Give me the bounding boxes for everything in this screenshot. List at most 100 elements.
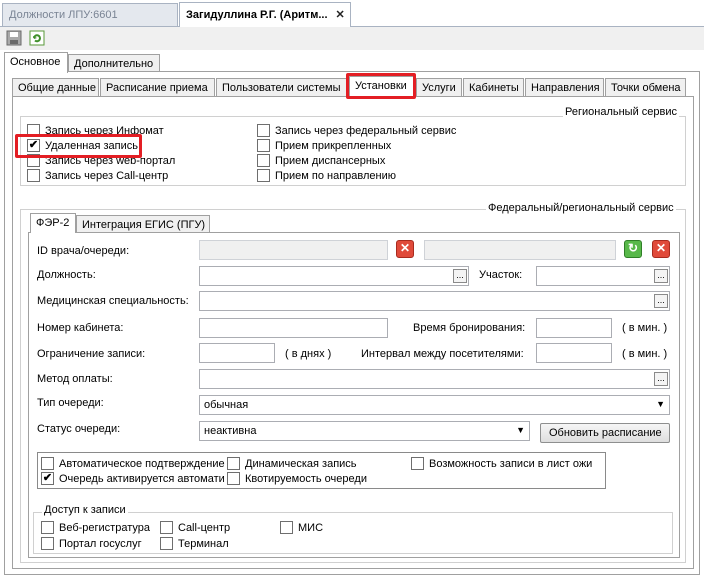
queue-type-label: Тип очереди: — [37, 397, 104, 409]
tab-users[interactable]: Пользователи системы — [216, 78, 347, 96]
select-value: обычная — [204, 399, 249, 411]
checkbox-box[interactable] — [27, 169, 40, 182]
checkbox-web-registry[interactable]: Веб-регистратура — [41, 521, 150, 534]
checkbox-label: Запись через Call-центр — [45, 169, 169, 182]
queue-status-select[interactable]: неактивна ▼ — [199, 421, 530, 441]
checkbox-label: Прием прикрепленных — [275, 139, 392, 152]
doc-tab-label: Загидуллина Р.Г. (Аритм... — [186, 9, 328, 21]
select-value: неактивна — [204, 425, 257, 437]
tab-general[interactable]: Общие данные — [12, 78, 99, 96]
specialty-label: Медицинская специальность: — [37, 295, 189, 307]
checkbox-box[interactable] — [227, 457, 240, 470]
checkbox-box[interactable] — [41, 537, 54, 550]
update-schedule-button[interactable]: Обновить расписание — [540, 423, 670, 443]
checkbox-box[interactable] — [160, 521, 173, 534]
checkbox-box[interactable] — [257, 154, 270, 167]
checkbox-label: Автоматическое подтверждение — [59, 457, 225, 470]
tab-exchange-points[interactable]: Точки обмена — [605, 78, 686, 96]
doctor-id-label: ID врача/очереди: — [37, 245, 130, 257]
limit-input[interactable] — [199, 343, 275, 363]
checkbox-dispensary[interactable]: Прием диспансерных — [257, 154, 385, 167]
checkbox-label: Портал госуслуг — [59, 537, 142, 550]
checkbox-box[interactable] — [257, 169, 270, 182]
checkbox-label: Возможность записи в лист ожи — [429, 457, 593, 470]
tab-additional[interactable]: Дополнительно — [68, 54, 160, 71]
interval-unit-label: ( в мин. ) — [622, 348, 668, 360]
tab-label: Услуги — [422, 82, 456, 94]
payment-label: Метод оплаты: — [37, 373, 113, 385]
tab-schedule[interactable]: Расписание приема — [100, 78, 215, 96]
queue-id-input[interactable] — [424, 240, 616, 260]
checkbox-box[interactable] — [411, 457, 424, 470]
doctor-id-input[interactable] — [199, 240, 388, 260]
tab-directions[interactable]: Направления — [525, 78, 604, 96]
district-input[interactable] — [536, 266, 670, 286]
queue-type-select[interactable]: обычная ▼ — [199, 395, 670, 415]
check-icon[interactable]: ✔ — [41, 472, 54, 485]
checkbox-waitlist[interactable]: Возможность записи в лист ожи — [411, 457, 592, 470]
checkbox-auto-confirm[interactable]: Автоматическое подтверждение — [41, 457, 225, 470]
booking-time-label: Время бронирования: — [413, 322, 526, 334]
checkbox-box[interactable] — [41, 457, 54, 470]
tab-label: Дополнительно — [74, 58, 154, 70]
district-label: Участок: — [479, 269, 523, 281]
chevron-down-icon: ▼ — [656, 399, 665, 409]
checkbox-federal[interactable]: Запись через федеральный сервис — [257, 124, 456, 137]
checkbox-box[interactable] — [160, 537, 173, 550]
checkbox-label: Прием диспансерных — [275, 154, 386, 167]
interval-input[interactable] — [536, 343, 612, 363]
checkbox-attached[interactable]: Прием прикрепленных — [257, 139, 391, 152]
checkbox-call-center[interactable]: Запись через Call-центр — [27, 169, 168, 182]
checkbox-quota[interactable]: Квотируемость очереди — [227, 472, 367, 485]
checkbox-box[interactable] — [280, 521, 293, 534]
ellipsis-button[interactable]: ... — [654, 372, 668, 386]
checkbox-box[interactable] — [257, 124, 270, 137]
refresh-icon[interactable]: ↻ — [624, 240, 642, 258]
checkbox-box[interactable] — [257, 139, 270, 152]
regional-group-title: Региональный сервис — [563, 106, 679, 118]
clear-icon[interactable]: ✕ — [652, 240, 670, 258]
tab-label: Основное — [10, 56, 61, 68]
ellipsis-button[interactable]: ... — [654, 294, 668, 308]
close-icon[interactable]: ✕ — [336, 9, 345, 21]
checkbox-box[interactable] — [41, 521, 54, 534]
tab-main[interactable]: Основное — [4, 52, 68, 73]
checkbox-mis[interactable]: МИС — [280, 521, 323, 534]
limit-label: Ограничение записи: — [37, 348, 146, 360]
checkbox-access-call-center[interactable]: Call-центр — [160, 521, 230, 534]
federal-group-title: Федеральный/региональный сервис — [486, 202, 676, 214]
cabinet-input[interactable] — [199, 318, 388, 338]
ellipsis-button[interactable]: ... — [654, 269, 668, 283]
tab-cabinets[interactable]: Кабинеты — [463, 78, 524, 96]
checkbox-label: Веб-регистратура — [59, 521, 150, 534]
queue-status-label: Статус очереди: — [37, 423, 121, 435]
doc-tab-doctor[interactable]: Загидуллина Р.Г. (Аритм... ✕ — [179, 2, 351, 27]
checkbox-auto-activate[interactable]: ✔ Очередь активируется автомати — [41, 472, 225, 485]
checkbox-terminal[interactable]: Терминал — [160, 537, 229, 550]
booking-time-input[interactable] — [536, 318, 612, 338]
tab-services[interactable]: Услуги — [416, 78, 462, 96]
specialty-input[interactable] — [199, 291, 670, 311]
refresh-icon[interactable] — [29, 30, 45, 46]
ellipsis-button[interactable]: ... — [453, 269, 467, 283]
checkbox-gosuslugi[interactable]: Портал госуслуг — [41, 537, 142, 550]
doc-tab-positions[interactable]: Должности ЛПУ:6601 — [2, 3, 178, 26]
highlight-remote-checkbox — [15, 134, 142, 158]
tab-label: Точки обмена — [611, 82, 681, 94]
tab-fer2[interactable]: ФЭР-2 — [30, 213, 76, 233]
payment-input[interactable] — [199, 369, 670, 389]
interval-label: Интервал между посетителями: — [361, 348, 524, 360]
checkbox-label: Запись через федеральный сервис — [275, 124, 457, 137]
save-icon[interactable] — [6, 30, 22, 46]
checkbox-box[interactable] — [227, 472, 240, 485]
checkbox-referral[interactable]: Прием по направлению — [257, 169, 396, 182]
tab-label: Кабинеты — [469, 82, 519, 94]
checkbox-dynamic[interactable]: Динамическая запись — [227, 457, 357, 470]
clear-icon[interactable]: ✕ — [396, 240, 414, 258]
limit-unit-label: ( в днях ) — [285, 348, 332, 360]
position-input[interactable] — [199, 266, 469, 286]
checkbox-label: Терминал — [178, 537, 229, 550]
tab-label: ФЭР-2 — [36, 217, 70, 229]
tab-egis[interactable]: Интеграция ЕГИС (ПГУ) — [76, 215, 210, 233]
checkbox-label: МИС — [298, 521, 324, 534]
